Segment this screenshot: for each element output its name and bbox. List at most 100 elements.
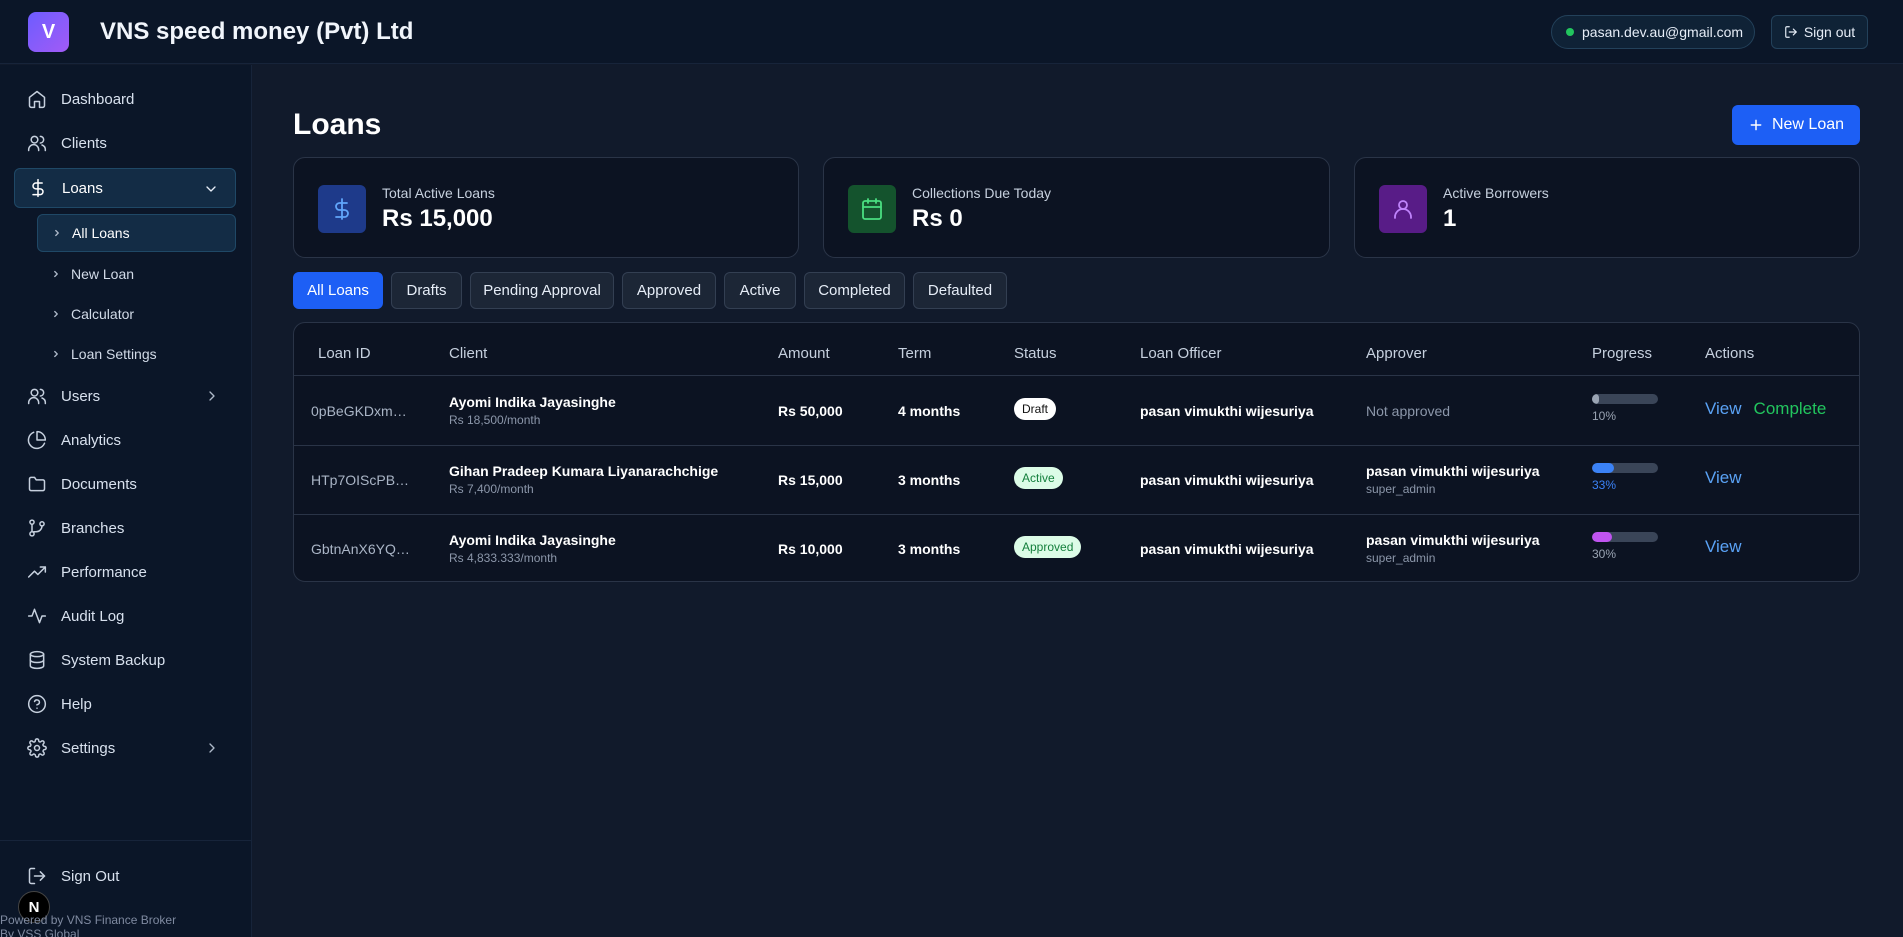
sidebar-item-documents[interactable]: Documents [14,464,236,504]
help-circle-icon [27,694,47,714]
sidebar-item-clients[interactable]: Clients [14,123,236,163]
sidebar-item-settings[interactable]: Settings [14,728,236,768]
progress-cell: 33% [1592,463,1658,492]
stat-card-active-borrowers: Active Borrowers 1 [1354,157,1860,258]
user-email-pill[interactable]: pasan.dev.au@gmail.com [1551,15,1755,49]
log-out-icon [1784,26,1797,38]
sidebar-item-dashboard[interactable]: Dashboard [14,79,236,119]
column-header-loan-id[interactable]: Loan ID [318,345,371,362]
table-row[interactable]: GbtnAnX6YQ… Ayomi Indika Jayasinghe Rs 4… [294,515,1859,581]
progress-cell: 10% [1592,394,1658,423]
view-link[interactable]: View [1705,537,1742,556]
column-header-status[interactable]: Status [1014,345,1057,362]
progress-fill [1592,532,1612,542]
approver-name: pasan vimukthi wijesuriya [1366,532,1540,548]
sidebar-item-system-backup[interactable]: System Backup [14,640,236,680]
loan-id: 0pBeGKDxm… [311,403,407,419]
sidebar-item-label: Help [61,695,92,713]
filter-defaulted[interactable]: Defaulted [913,272,1007,309]
sidebar-divider [0,840,252,841]
dollar-icon [335,198,349,220]
complete-link[interactable]: Complete [1754,399,1827,418]
trending-up-icon [27,566,47,578]
table-row[interactable]: 0pBeGKDxm… Ayomi Indika Jayasinghe Rs 18… [294,376,1859,445]
online-status-icon [1566,28,1574,36]
sign-out-button[interactable]: Sign out [1771,15,1868,49]
table-row[interactable]: HTp7OIScPB… Gihan Pradeep Kumara Liyanar… [294,446,1859,515]
column-header-amount[interactable]: Amount [778,345,830,362]
stat-label: Collections Due Today [912,185,1052,201]
plus-icon [1750,119,1762,131]
sidebar-item-label: Dashboard [61,90,135,108]
column-header-loan-officer[interactable]: Loan Officer [1140,345,1221,362]
column-header-client[interactable]: Client [449,345,487,362]
sidebar-sub-label: All Loans [72,225,130,241]
sidebar-item-users[interactable]: Users [14,376,236,416]
status-badge: Approved [1014,536,1082,558]
filter-pending-approval[interactable]: Pending Approval [470,272,614,309]
sidebar-item-label: System Backup [61,651,166,669]
progress-track [1592,463,1658,473]
stat-icon-wrap [848,185,896,233]
progress-track [1592,532,1658,542]
sidebar-sub-label: Calculator [71,306,135,322]
client-cell: Ayomi Indika Jayasinghe Rs 4,833.333/mon… [449,532,616,565]
users-icon [27,388,47,405]
sidebar-item-label: Settings [61,739,116,757]
sidebar-sub-loan-settings[interactable]: Loan Settings [37,335,236,373]
sidebar-sign-out[interactable]: Sign Out [14,856,236,896]
sidebar-item-performance[interactable]: Performance [14,552,236,592]
progress-label: 30% [1592,547,1617,561]
stat-value: 1 [1443,205,1457,232]
loan-officer: pasan vimukthi wijesuriya [1140,403,1314,419]
sidebar-item-branches[interactable]: Branches [14,508,236,548]
filter-all-loans[interactable]: All Loans [293,272,383,309]
view-link[interactable]: View [1705,399,1742,418]
loan-term: 3 months [898,541,961,557]
sidebar-item-label: Branches [61,519,125,537]
client-installment: Rs 4,833.333/month [449,551,558,565]
column-header-actions: Actions [1705,345,1755,362]
stat-icon-wrap [318,185,366,233]
git-branch-icon [29,519,45,537]
sidebar-item-help[interactable]: Help [14,684,236,724]
user-email: pasan.dev.au@gmail.com [1582,24,1744,40]
top-header: V VNS speed money (Pvt) Ltd pasan.dev.au… [0,0,1903,64]
sidebar-sub-all-loans[interactable]: All Loans [37,214,236,252]
app-title: VNS speed money (Pvt) Ltd [100,18,414,45]
sidebar-sub-new-loan[interactable]: New Loan [37,255,236,293]
column-header-approver[interactable]: Approver [1366,345,1427,362]
sidebar-item-label: Sign Out [61,867,120,885]
new-loan-button[interactable]: New Loan [1732,105,1860,145]
sidebar-sub-calculator[interactable]: Calculator [37,295,236,333]
column-header-term[interactable]: Term [898,345,931,362]
stat-label: Total Active Loans [382,185,495,201]
filter-active[interactable]: Active [724,272,796,309]
sidebar-item-audit-log[interactable]: Audit Log [14,596,236,636]
approver-name: Not approved [1366,403,1451,419]
approver-name: pasan vimukthi wijesuriya [1366,463,1540,479]
status-cell: Active [1014,467,1063,489]
filter-drafts[interactable]: Drafts [391,272,462,309]
status-cell: Approved [1014,536,1082,558]
stat-value: Rs 0 [912,205,963,232]
home-icon [28,90,46,109]
approver-role: super_admin [1366,482,1436,496]
stat-card-collections-due: Collections Due Today Rs 0 [823,157,1330,258]
progress-label: 10% [1592,409,1617,423]
sidebar-item-loans[interactable]: Loans [14,168,236,208]
approver-cell: pasan vimukthi wijesuriya super_admin [1366,463,1540,496]
column-header-progress[interactable]: Progress [1592,345,1652,362]
progress-track [1592,394,1658,404]
database-icon [29,650,45,670]
loans-table: Loan ID Client Amount Term Status Loan O… [293,322,1860,582]
activity-icon [27,608,47,624]
folder-icon [28,476,46,492]
filter-approved[interactable]: Approved [622,272,716,309]
sidebar-item-analytics[interactable]: Analytics [14,420,236,460]
filter-completed[interactable]: Completed [804,272,905,309]
sign-out-label: Sign out [1803,24,1856,40]
status-badge: Active [1014,467,1063,489]
view-link[interactable]: View [1705,468,1742,487]
powered-by-text: Powered by VNS Finance Broker By VSS Glo… [0,913,176,937]
